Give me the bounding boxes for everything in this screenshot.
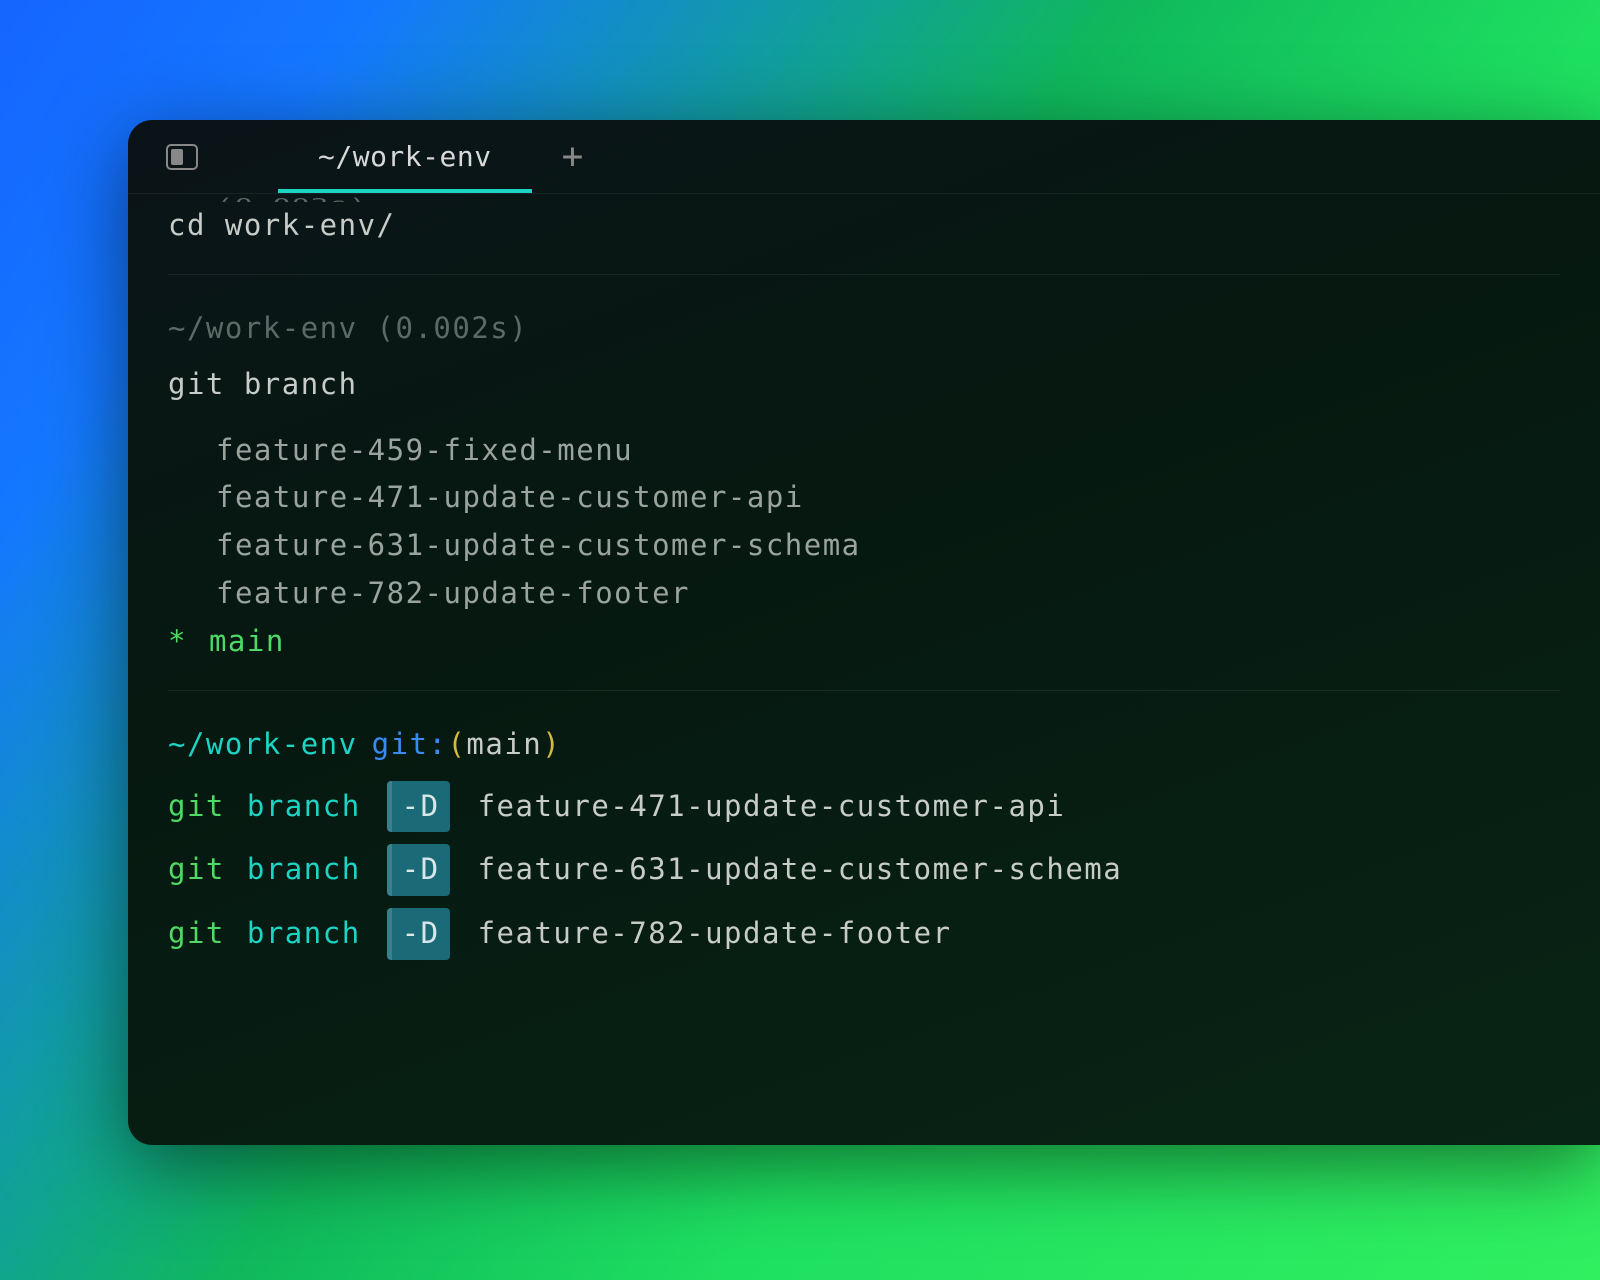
command-block: ~/work-env (0.002s) git branch feature-4… (168, 275, 1560, 691)
command-line: cd work-env/ (168, 202, 1560, 250)
flag-badge: -D (387, 908, 450, 960)
panels-icon[interactable] (166, 144, 198, 170)
command-line: git branch (168, 361, 1560, 409)
branch-item: feature-471-update-customer-api (216, 474, 1560, 522)
branch-argument: feature-631-update-customer-schema (478, 846, 1123, 894)
flag-badge: -D (387, 781, 450, 833)
prompt-path: ~/work-env (168, 727, 358, 761)
tab-bar: ~/work-env + (128, 120, 1600, 194)
prompt-branch-name: main (466, 727, 542, 761)
new-tab-button[interactable]: + (562, 136, 584, 177)
tab-title: ~/work-env (318, 140, 492, 173)
prompt-git-label: git: (372, 727, 448, 761)
cmd-keyword: git (168, 783, 225, 831)
prompt-block: ~/work-env git:(main) git branch -D featu… (168, 691, 1560, 984)
tab-work-env[interactable]: ~/work-env (278, 120, 532, 193)
subcommand-keyword: branch (247, 783, 361, 831)
command-output: feature-459-fixed-menu feature-471-updat… (168, 427, 1560, 666)
cmd-keyword: git (168, 910, 225, 958)
prompt-line: ~/work-env git:(main) (168, 721, 1560, 769)
suggestion-line[interactable]: git branch -D feature-631-update-custome… (168, 844, 1560, 896)
suggestion-line[interactable]: git branch -D feature-782-update-footer (168, 908, 1560, 960)
terminal-window: ~/work-env + (0.002s) cd work-env/ ~/wor… (128, 120, 1600, 1145)
subcommand-keyword: branch (247, 910, 361, 958)
command-block: (0.002s) cd work-env/ (168, 194, 1560, 275)
current-marker: * (168, 624, 187, 658)
prompt-line: ~/work-env (0.002s) (168, 305, 1560, 353)
prompt-paren-close: ) (542, 727, 561, 761)
timing-text: (0.002s) (168, 192, 1560, 202)
prompt-paren-open: ( (447, 727, 466, 761)
suggestion-line[interactable]: git branch -D feature-471-update-custome… (168, 781, 1560, 833)
cmd-keyword: git (168, 846, 225, 894)
current-branch-name: main (209, 624, 285, 658)
terminal-content[interactable]: (0.002s) cd work-env/ ~/work-env (0.002s… (128, 194, 1600, 984)
current-branch-item: * main (168, 618, 1560, 666)
branch-item: feature-631-update-customer-schema (216, 522, 1560, 570)
branch-item: feature-782-update-footer (216, 570, 1560, 618)
branch-argument: feature-782-update-footer (478, 910, 952, 958)
branch-item: feature-459-fixed-menu (216, 427, 1560, 475)
subcommand-keyword: branch (247, 846, 361, 894)
branch-argument: feature-471-update-customer-api (478, 783, 1066, 831)
flag-badge: -D (387, 844, 450, 896)
